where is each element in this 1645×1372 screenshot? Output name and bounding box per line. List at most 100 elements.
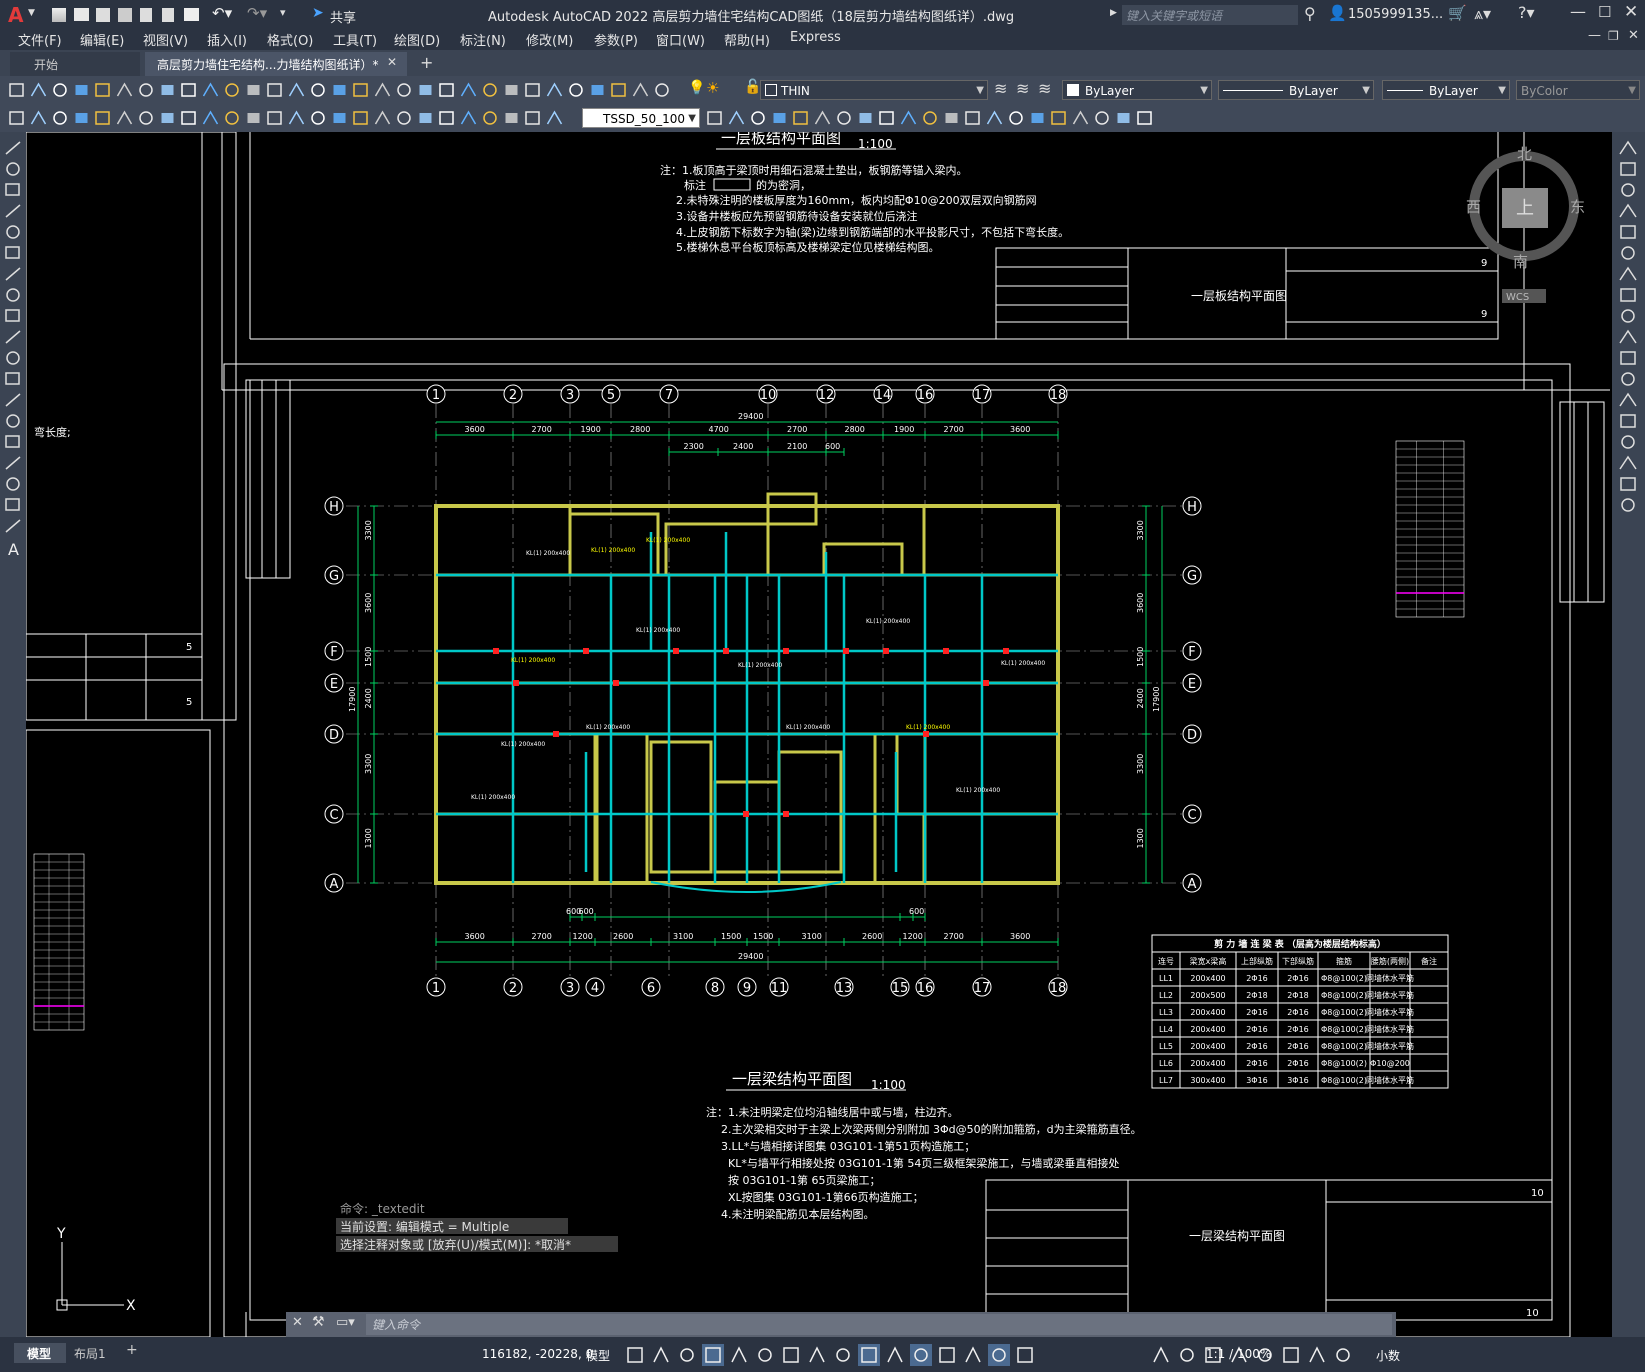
modify-tool-button-1[interactable] bbox=[1619, 140, 1637, 155]
std-tool-button-27[interactable] bbox=[569, 83, 583, 97]
modify-tool-button-2[interactable] bbox=[1620, 162, 1636, 176]
draw-tool-button-17[interactable] bbox=[6, 477, 20, 491]
draw-tool-button-18[interactable] bbox=[5, 498, 20, 511]
layer-previous-icon[interactable]: ≋ bbox=[1016, 79, 1029, 98]
dim-tool-button-20[interactable] bbox=[419, 113, 432, 123]
tab-model[interactable]: 模型 bbox=[14, 1343, 66, 1363]
menu-view[interactable]: 视图(V) bbox=[143, 30, 188, 49]
status-toggle-24[interactable] bbox=[1336, 1348, 1350, 1362]
dim-tool-button-5[interactable] bbox=[95, 111, 110, 125]
status-toggle-14[interactable] bbox=[965, 1346, 981, 1363]
app-logo[interactable]: A bbox=[8, 3, 23, 27]
std-tool-button-22[interactable] bbox=[460, 82, 477, 97]
std-tool-button-3[interactable] bbox=[53, 83, 67, 97]
draw-tool-button-12[interactable] bbox=[5, 372, 20, 385]
dim-tool-button-22[interactable] bbox=[460, 110, 477, 125]
status-toggle-2[interactable] bbox=[653, 1346, 669, 1363]
dim-tool-button-21[interactable] bbox=[439, 111, 454, 125]
add-layout-button[interactable]: + bbox=[126, 1342, 138, 1358]
minimize-button[interactable]: — bbox=[1570, 2, 1586, 21]
draw-tool-button-6[interactable] bbox=[5, 246, 20, 259]
modify-tool-button-8[interactable] bbox=[1620, 288, 1636, 302]
share-button[interactable]: 共享 bbox=[330, 7, 356, 26]
mod-tool-button-16[interactable] bbox=[1031, 113, 1044, 123]
std-tool-button-23[interactable] bbox=[483, 83, 497, 97]
draw-tool-button-5[interactable] bbox=[6, 225, 20, 239]
draw-tool-button-10[interactable] bbox=[5, 330, 21, 344]
new-tab-button[interactable]: + bbox=[420, 53, 433, 72]
status-toggle-23[interactable] bbox=[1309, 1346, 1325, 1363]
dim-tool-button-4[interactable] bbox=[75, 113, 88, 123]
status-toggle-22[interactable] bbox=[1283, 1347, 1299, 1363]
modify-palette-icons[interactable] bbox=[1612, 132, 1645, 532]
modify-tool-button-7[interactable] bbox=[1619, 266, 1637, 281]
doc-close-icon[interactable]: ✕ bbox=[1628, 28, 1639, 43]
coordinate-readout[interactable]: 116182, -20228, 0 bbox=[482, 1347, 593, 1361]
status-toggle-8[interactable] bbox=[809, 1346, 825, 1363]
status-toggle-12[interactable] bbox=[910, 1344, 932, 1366]
modify-tool-button-6[interactable] bbox=[1621, 246, 1635, 260]
mod-tool-button-1[interactable] bbox=[707, 111, 722, 125]
mod-tool-button-2[interactable] bbox=[728, 110, 745, 125]
customize-qat-icon[interactable]: ▾ bbox=[280, 6, 286, 19]
dim-tool-button-7[interactable] bbox=[139, 111, 153, 125]
mod-tool-button-8[interactable] bbox=[859, 113, 872, 123]
status-toggle-10[interactable] bbox=[858, 1344, 880, 1366]
std-tool-button-11[interactable] bbox=[225, 83, 239, 97]
modify-tool-button-15[interactable] bbox=[1621, 435, 1635, 449]
draw-tool-button-8[interactable] bbox=[6, 288, 20, 302]
dim-tool-button-8[interactable] bbox=[161, 113, 174, 123]
text-tool-icon[interactable]: A bbox=[8, 540, 19, 559]
share-icon[interactable]: ➤ bbox=[312, 5, 324, 21]
mod-tool-button-13[interactable] bbox=[965, 111, 980, 125]
status-toggle-18[interactable] bbox=[1180, 1348, 1194, 1362]
std-tool-button-18[interactable] bbox=[374, 82, 391, 97]
sun-icon[interactable]: ☀ bbox=[706, 79, 719, 97]
redo-icon[interactable]: ↷▾ bbox=[247, 4, 267, 22]
mod-tool-button-7[interactable] bbox=[837, 111, 851, 125]
modify-tool-button-4[interactable] bbox=[1619, 203, 1637, 218]
std-tool-button-1[interactable] bbox=[9, 83, 24, 97]
mod-tool-button-19[interactable] bbox=[1095, 111, 1109, 125]
menu-tools[interactable]: 工具(T) bbox=[333, 30, 377, 49]
tab-start[interactable]: 开始 bbox=[10, 52, 140, 76]
save-icon[interactable] bbox=[96, 8, 110, 22]
draw-tool-button-7[interactable] bbox=[5, 267, 21, 281]
status-toggle-4[interactable] bbox=[702, 1344, 724, 1366]
std-tool-button-21[interactable] bbox=[439, 83, 454, 97]
dimension-toolbar-icons[interactable] bbox=[0, 104, 575, 132]
menu-insert[interactable]: 插入(I) bbox=[207, 30, 247, 49]
menu-dimension[interactable]: 标注(N) bbox=[460, 30, 506, 49]
std-tool-button-30[interactable] bbox=[632, 82, 649, 97]
lock-icon[interactable]: 🔓 bbox=[744, 79, 761, 95]
modify-toolbar-icons[interactable] bbox=[704, 104, 1184, 132]
dim-tool-button-16[interactable] bbox=[333, 113, 346, 123]
status-toggle-3[interactable] bbox=[680, 1348, 694, 1362]
layer-match-icon[interactable]: ≋ bbox=[1038, 79, 1051, 98]
mod-tool-button-5[interactable] bbox=[793, 111, 808, 125]
layer-dropdown[interactable]: THIN ▼ bbox=[760, 80, 988, 100]
dim-tool-button-11[interactable] bbox=[225, 111, 239, 125]
std-tool-button-17[interactable] bbox=[353, 83, 368, 97]
dim-tool-button-18[interactable] bbox=[374, 110, 391, 125]
modify-tool-button-18[interactable] bbox=[1621, 498, 1635, 512]
command-close-icon[interactable]: ✕ bbox=[292, 1315, 303, 1330]
standard-toolbar-icons[interactable] bbox=[0, 76, 680, 104]
std-tool-button-4[interactable] bbox=[75, 85, 88, 95]
mod-tool-button-6[interactable] bbox=[814, 110, 831, 125]
draw-tool-button-11[interactable] bbox=[6, 351, 20, 365]
units-display[interactable]: 小数 bbox=[1376, 1347, 1400, 1364]
modify-tool-button-14[interactable] bbox=[1620, 414, 1636, 428]
std-tool-button-10[interactable] bbox=[202, 82, 219, 97]
save-as-icon[interactable] bbox=[118, 8, 132, 22]
open-icon[interactable] bbox=[74, 8, 89, 21]
lineweight-dropdown[interactable]: ByLayer ▼ bbox=[1382, 80, 1510, 100]
menu-express[interactable]: Express bbox=[790, 30, 841, 45]
search-input[interactable]: 键入关键字或短语 bbox=[1122, 5, 1298, 25]
maximize-button[interactable]: ☐ bbox=[1598, 3, 1611, 21]
menu-draw[interactable]: 绘图(D) bbox=[394, 30, 440, 49]
dim-tool-button-9[interactable] bbox=[181, 111, 196, 125]
doc-minimize-icon[interactable]: — bbox=[1588, 28, 1601, 43]
std-tool-button-20[interactable] bbox=[419, 85, 432, 95]
dim-tool-button-6[interactable] bbox=[116, 110, 133, 125]
